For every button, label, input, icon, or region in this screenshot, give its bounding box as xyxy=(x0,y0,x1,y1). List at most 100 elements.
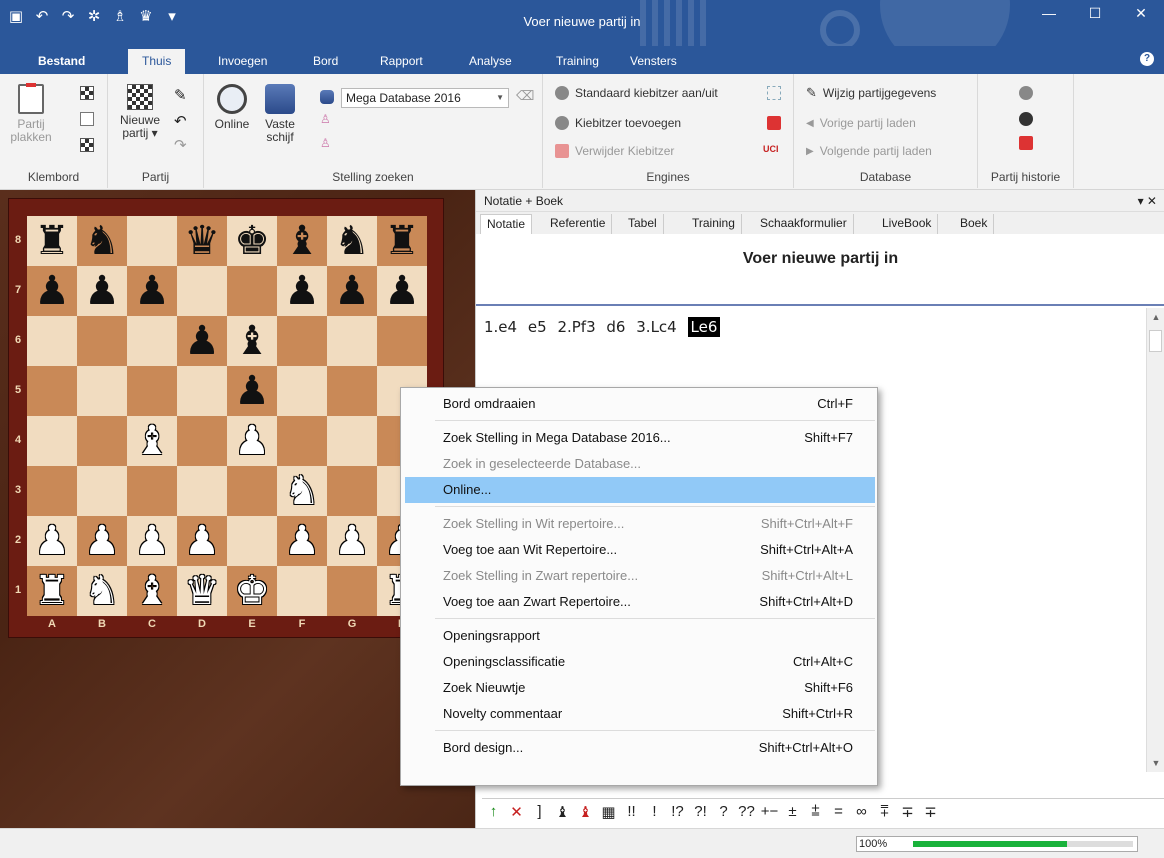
context-menu-item[interactable]: Zoek Nieuwtje Shift+F6 xyxy=(405,675,875,701)
board-square[interactable]: ♟ xyxy=(27,516,77,566)
annotation-symbol-button[interactable]: ∓ xyxy=(896,803,919,821)
board-square[interactable] xyxy=(227,516,277,566)
annotation-symbol-button[interactable]: ⩱ xyxy=(873,803,896,820)
board-square[interactable] xyxy=(177,416,227,466)
board-square[interactable] xyxy=(177,366,227,416)
board-square[interactable]: ♞ xyxy=(277,466,327,516)
board-square[interactable] xyxy=(77,316,127,366)
white-pawn-icon[interactable]: ♟ xyxy=(134,516,170,566)
clear-search-icon[interactable]: ⌫ xyxy=(516,88,534,104)
database-select[interactable]: Mega Database 2016 ▼ xyxy=(341,88,509,108)
white-bishop-icon[interactable]: ♝ xyxy=(134,566,170,616)
tab-training[interactable]: Training xyxy=(686,214,742,234)
board-square[interactable] xyxy=(77,416,127,466)
context-menu-item[interactable]: Novelty commentaar Shift+Ctrl+R xyxy=(405,701,875,727)
board-square[interactable]: ♞ xyxy=(77,216,127,266)
white-bishop-icon[interactable]: ♝ xyxy=(134,416,170,466)
tab-referentie[interactable]: Referentie xyxy=(544,214,613,234)
board-square[interactable] xyxy=(177,466,227,516)
board-square[interactable] xyxy=(277,416,327,466)
history-forward-icon[interactable] xyxy=(1019,112,1033,126)
black-pawn-icon[interactable]: ♟ xyxy=(334,266,370,316)
white-queen-icon[interactable]: ♛ xyxy=(184,566,220,616)
annotation-symbol-button[interactable]: !! xyxy=(620,803,643,820)
uci-icon[interactable]: UCI xyxy=(763,144,779,154)
white-rook-icon[interactable]: ♜ xyxy=(34,566,70,616)
minimize-button[interactable]: — xyxy=(1026,0,1072,30)
board-square[interactable]: ♟ xyxy=(227,416,277,466)
board-square[interactable] xyxy=(127,366,177,416)
context-menu-item[interactable]: Zoek Stelling in Zwart repertoire... Shif… xyxy=(405,563,875,589)
annotation-symbol-button[interactable]: ♝ xyxy=(551,803,574,821)
board-square[interactable]: ♛ xyxy=(177,566,227,616)
tab-training[interactable]: Training xyxy=(552,52,603,74)
cut-icon[interactable] xyxy=(80,112,94,126)
black-pawn-icon[interactable]: ♟ xyxy=(284,266,320,316)
white-pawn-icon[interactable]: ♟ xyxy=(84,516,120,566)
pawn-search-icon[interactable]: ♙ xyxy=(320,112,331,126)
board-square[interactable]: ♜ xyxy=(27,566,77,616)
board-square[interactable]: ♟ xyxy=(377,266,427,316)
tab-vensters[interactable]: Vensters xyxy=(626,52,681,74)
black-pawn-icon[interactable]: ♟ xyxy=(384,266,420,316)
board-square[interactable]: ♟ xyxy=(127,266,177,316)
engine-icon[interactable] xyxy=(767,116,781,130)
board-square[interactable]: ♛ xyxy=(177,216,227,266)
tab-rapport[interactable]: Rapport xyxy=(376,52,427,74)
white-king-icon[interactable]: ♚ xyxy=(234,566,270,616)
board-square[interactable] xyxy=(377,316,427,366)
white-pawn-icon[interactable]: ♟ xyxy=(184,516,220,566)
black-rook-icon[interactable]: ♜ xyxy=(34,216,70,266)
new-game-button[interactable]: Nieuwe partij ▾ xyxy=(112,84,168,140)
previous-game-button[interactable]: ◀ Vorige partij laden xyxy=(806,114,916,132)
board-square[interactable]: ♞ xyxy=(327,216,377,266)
close-button[interactable]: ✕ xyxy=(1118,0,1164,30)
tab-bord[interactable]: Bord xyxy=(309,52,342,74)
tab-tabel[interactable]: Tabel xyxy=(622,214,664,234)
board-square[interactable]: ♜ xyxy=(377,216,427,266)
tab-analyse[interactable]: Analyse xyxy=(465,52,516,74)
black-pawn-icon[interactable]: ♟ xyxy=(84,266,120,316)
context-menu-item[interactable]: Voeg toe aan Zwart Repertoire... Shift+Ct… xyxy=(405,589,875,615)
board-square[interactable] xyxy=(227,266,277,316)
board-square[interactable]: ♝ xyxy=(227,316,277,366)
tab-thuis[interactable]: Thuis xyxy=(128,49,186,74)
local-disk-button[interactable]: Vaste schijf xyxy=(258,84,302,144)
board-square[interactable] xyxy=(127,216,177,266)
black-pawn-icon[interactable]: ♟ xyxy=(234,366,270,416)
board-square[interactable]: ♟ xyxy=(127,516,177,566)
annotation-symbol-button[interactable]: ?? xyxy=(735,803,758,820)
annotation-symbol-button[interactable]: ∞ xyxy=(850,803,873,820)
white-pawn-icon[interactable]: ♟ xyxy=(284,516,320,566)
board-square[interactable]: ♟ xyxy=(277,516,327,566)
white-knight-icon[interactable]: ♞ xyxy=(284,466,320,516)
move-list[interactable]: 1.e4 e5 2.Pf3 d6 3.Lc4 Le6 xyxy=(484,317,726,337)
board-square[interactable] xyxy=(77,366,127,416)
annotation-symbol-button[interactable]: ✕ xyxy=(505,803,528,821)
board-square[interactable] xyxy=(277,566,327,616)
context-menu-item[interactable]: Zoek Stelling in Wit repertoire... Shift+… xyxy=(405,511,875,537)
move[interactable]: 1.e4 xyxy=(484,318,517,336)
board-square[interactable] xyxy=(177,266,227,316)
board-square[interactable]: ♟ xyxy=(277,266,327,316)
context-menu-item[interactable]: Voeg toe aan Wit Repertoire... Shift+Ctrl… xyxy=(405,537,875,563)
board-square[interactable] xyxy=(27,466,77,516)
white-knight-icon[interactable]: ♞ xyxy=(84,566,120,616)
black-knight-icon[interactable]: ♞ xyxy=(334,216,370,266)
board-square[interactable]: ♟ xyxy=(327,516,377,566)
board-square[interactable] xyxy=(27,416,77,466)
board-square[interactable] xyxy=(327,566,377,616)
annotation-symbol-button[interactable]: ▦ xyxy=(597,803,620,821)
standard-kibitzer-button[interactable]: Standaard kiebitzer aan/uit xyxy=(555,84,718,102)
context-menu-item[interactable]: Zoek in geselecteerde Database... xyxy=(405,451,875,477)
board-square[interactable] xyxy=(127,316,177,366)
board-square[interactable] xyxy=(327,416,377,466)
black-knight-icon[interactable]: ♞ xyxy=(84,216,120,266)
annotation-symbol-button[interactable]: = xyxy=(827,803,850,820)
remove-kibitzer-button[interactable]: Verwijder Kiebitzer xyxy=(555,142,674,160)
black-rook-icon[interactable]: ♜ xyxy=(384,216,420,266)
board-square[interactable]: ♚ xyxy=(227,216,277,266)
history-back-icon[interactable] xyxy=(1019,86,1033,100)
maximize-button[interactable]: ☐ xyxy=(1072,0,1118,30)
board-square[interactable] xyxy=(327,316,377,366)
